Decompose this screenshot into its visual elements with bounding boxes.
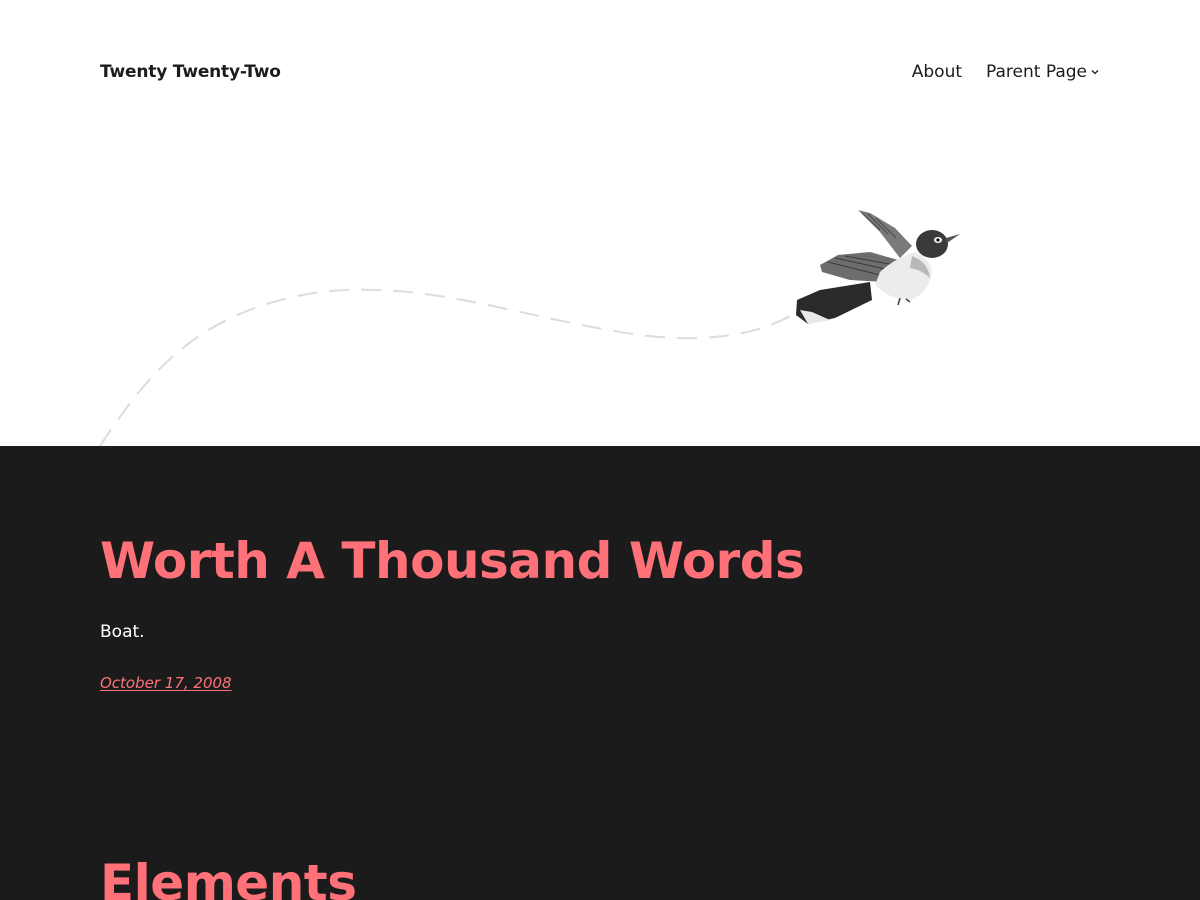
- page: Twenty Twenty-Two About Parent Page Wort…: [0, 0, 1200, 900]
- post-title-next[interactable]: Elements: [100, 856, 357, 900]
- post-excerpt: Boat.: [100, 622, 145, 642]
- flight-path: [99, 288, 801, 446]
- post-title[interactable]: Worth A Thousand Words: [100, 534, 805, 589]
- post-list: Worth A Thousand Words Boat. October 17,…: [0, 446, 1200, 900]
- hero-illustration: [99, 210, 960, 446]
- site-header: Twenty Twenty-Two About Parent Page: [0, 0, 1200, 446]
- post-date-link[interactable]: October 17, 2008: [100, 674, 232, 692]
- bird-illustration: [796, 210, 960, 324]
